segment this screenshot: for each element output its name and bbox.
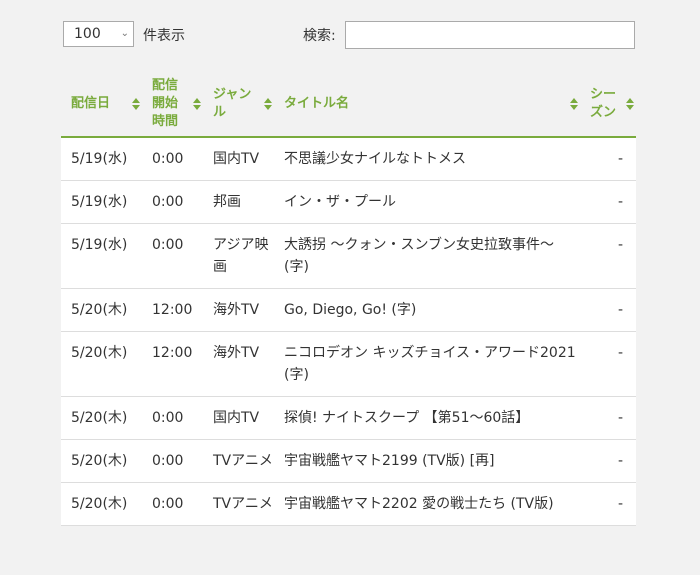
table-controls: 100 ⌄ 件表示 検索:: [63, 21, 635, 49]
cell-start-time: 0:00: [142, 482, 203, 526]
cell-date: 5/20(木): [61, 482, 142, 526]
th-title-sortable-header[interactable]: タイトル名: [274, 72, 580, 138]
th-season-sortable-header[interactable]: シー ズン: [580, 72, 636, 138]
table-row: 5/19(水) 0:00 アジア映画 大誘拐 ～クォン・スンブン女史拉致事件～ (字)…: [61, 223, 636, 289]
cell-start-time: 12:00: [142, 331, 203, 397]
cell-season: -: [580, 439, 636, 483]
header-label-line: 開始: [152, 96, 179, 111]
table-row: 5/20(木) 0:00 TVアニメ 宇宙戦艦ヤマト2202 愛の戦士たち (TV版)…: [61, 482, 636, 526]
cell-date: 5/20(木): [61, 396, 142, 440]
cell-genre: 国内TV: [203, 137, 274, 181]
cell-genre: TVアニメ: [203, 439, 274, 483]
cell-start-time: 12:00: [142, 288, 203, 332]
cell-season: -: [580, 482, 636, 526]
cell-title: ニコロデオン キッズチョイス・アワード2021 (字): [274, 331, 580, 397]
th-genre-sortable-header[interactable]: ジャンル: [203, 72, 274, 138]
cell-start-time: 0:00: [142, 180, 203, 224]
cell-season: -: [580, 288, 636, 332]
header-label-line: シー: [590, 87, 617, 102]
header-label: 配信日: [61, 95, 142, 113]
search-label: 検索:: [303, 28, 336, 44]
cell-date: 5/19(水): [61, 223, 142, 289]
sort-icon: [264, 98, 272, 110]
cell-season: -: [580, 180, 636, 224]
table-header-row: 配信日 配信 開始 時間 ジャンルタイトル名 シー ズン: [61, 72, 636, 138]
chevron-down-icon: ⌄: [120, 28, 129, 39]
cell-genre: 邦画: [203, 180, 274, 224]
table-row: 5/20(木) 12:00 海外TV Go, Diego, Go! (字) -: [61, 288, 636, 332]
th-date-sortable-header[interactable]: 配信日: [61, 72, 142, 138]
cell-genre: 国内TV: [203, 396, 274, 440]
cell-date: 5/20(木): [61, 331, 142, 397]
search-input[interactable]: [345, 21, 635, 49]
cell-title: 不思議少女ナイルなトトメス: [274, 137, 580, 181]
cell-season: -: [580, 396, 636, 440]
header-label-line: 時間: [152, 114, 179, 129]
table-row: 5/20(木) 0:00 TVアニメ 宇宙戦艦ヤマト2199 (TV版) [再] -: [61, 439, 636, 483]
cell-start-time: 0:00: [142, 396, 203, 440]
cell-title: イン・ザ・プール: [274, 180, 580, 224]
cell-genre: 海外TV: [203, 331, 274, 397]
header-label: シー ズン: [580, 86, 636, 122]
cell-genre: 海外TV: [203, 288, 274, 332]
cell-date: 5/19(水): [61, 137, 142, 181]
cell-date: 5/19(水): [61, 180, 142, 224]
header-label-line: 配信: [152, 78, 179, 93]
header-label-line: 配信日: [71, 96, 111, 111]
length-select-value: 100: [74, 26, 101, 42]
sort-icon: [570, 98, 578, 110]
cell-genre: アジア映画: [203, 223, 274, 289]
th-start-time-sortable-header[interactable]: 配信 開始 時間: [142, 72, 203, 138]
table-row: 5/19(水) 0:00 国内TV 不思議少女ナイルなトトメス -: [61, 137, 636, 181]
length-label: 件表示: [143, 28, 185, 44]
header-label: タイトル名: [274, 95, 580, 113]
header-label-line: タイトル名: [284, 96, 350, 111]
sort-icon: [626, 98, 634, 110]
header-label-line: ル: [213, 105, 227, 120]
header-label-line: ズン: [590, 105, 617, 120]
cell-title: 宇宙戦艦ヤマト2202 愛の戦士たち (TV版): [274, 482, 580, 526]
table-row: 5/20(木) 0:00 国内TV 探偵! ナイトスクープ 【第51～60話】 -: [61, 396, 636, 440]
header-label: 配信 開始 時間: [142, 77, 203, 131]
schedule-table: 配信日 配信 開始 時間 ジャンルタイトル名 シー ズン 5/19(水) 0:00 国内TV 不思…: [61, 72, 636, 526]
cell-start-time: 0:00: [142, 137, 203, 181]
table-body: 5/19(水) 0:00 国内TV 不思議少女ナイルなトトメス -5/19(水) 0:00…: [61, 137, 636, 526]
sort-icon: [193, 98, 201, 110]
page: 100 ⌄ 件表示 検索: 配信日 配信 開始 時間 ジャンルタイトル名 シー ズン 5/1…: [0, 0, 700, 575]
table-row: 5/19(水) 0:00 邦画 イン・ザ・プール -: [61, 180, 636, 224]
length-select[interactable]: 100 ⌄: [63, 21, 134, 47]
cell-genre: TVアニメ: [203, 482, 274, 526]
cell-title: 探偵! ナイトスクープ 【第51～60話】: [274, 396, 580, 440]
cell-title: Go, Diego, Go! (字): [274, 288, 580, 332]
cell-date: 5/20(木): [61, 439, 142, 483]
cell-start-time: 0:00: [142, 439, 203, 483]
sort-icon: [132, 98, 140, 110]
cell-season: -: [580, 137, 636, 181]
cell-season: -: [580, 331, 636, 397]
cell-title: 宇宙戦艦ヤマト2199 (TV版) [再]: [274, 439, 580, 483]
cell-start-time: 0:00: [142, 223, 203, 289]
header-label-line: ジャン: [213, 87, 252, 102]
header-label: ジャンル: [203, 86, 274, 122]
cell-title: 大誘拐 ～クォン・スンブン女史拉致事件～ (字): [274, 223, 580, 289]
cell-date: 5/20(木): [61, 288, 142, 332]
table-row: 5/20(木) 12:00 海外TV ニコロデオン キッズチョイス・アワード2021 …: [61, 331, 636, 397]
cell-season: -: [580, 223, 636, 289]
